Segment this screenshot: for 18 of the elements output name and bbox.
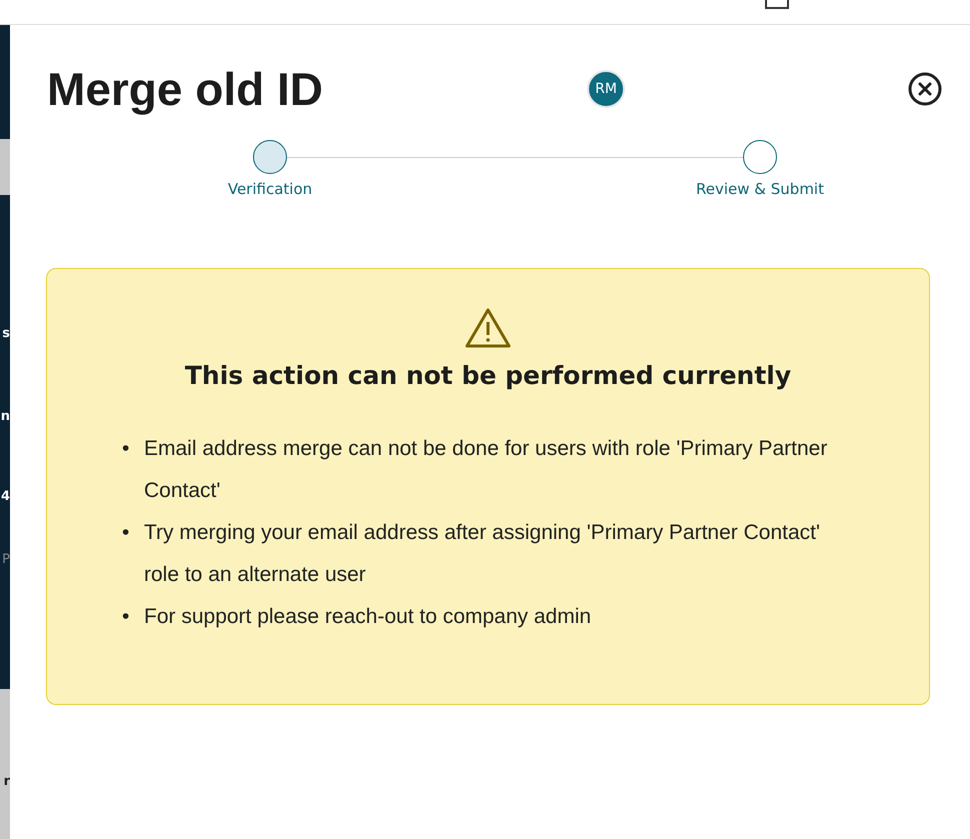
warning-item: Try merging your email address after assigning 'Primary Partner Contact' role to an alternate user — [144, 520, 821, 588]
avatar: RM — [587, 70, 625, 108]
dialog-title: Merge old ID — [47, 62, 324, 116]
step-label: Verification — [228, 180, 312, 198]
warning-icon — [464, 307, 512, 349]
bullet: • — [122, 604, 130, 630]
step-label: Review & Submit — [696, 180, 824, 198]
bullet: • — [122, 520, 130, 546]
close-icon[interactable] — [908, 72, 942, 106]
warning-item: Email address merge can not be done for users with role 'Primary Partner Contact' — [144, 436, 828, 504]
warning-heading: This action can not be performed currently — [184, 361, 792, 390]
sidebar-text: P — [2, 553, 10, 566]
sidebar-text: s — [2, 327, 10, 340]
sidebar-text: 4 — [0, 490, 10, 503]
sidebar-text: r — [4, 775, 10, 788]
bullet: • — [122, 436, 130, 462]
warning-item: For support please reach-out to company admin — [144, 604, 592, 630]
sidebar-text: n — [0, 410, 10, 423]
